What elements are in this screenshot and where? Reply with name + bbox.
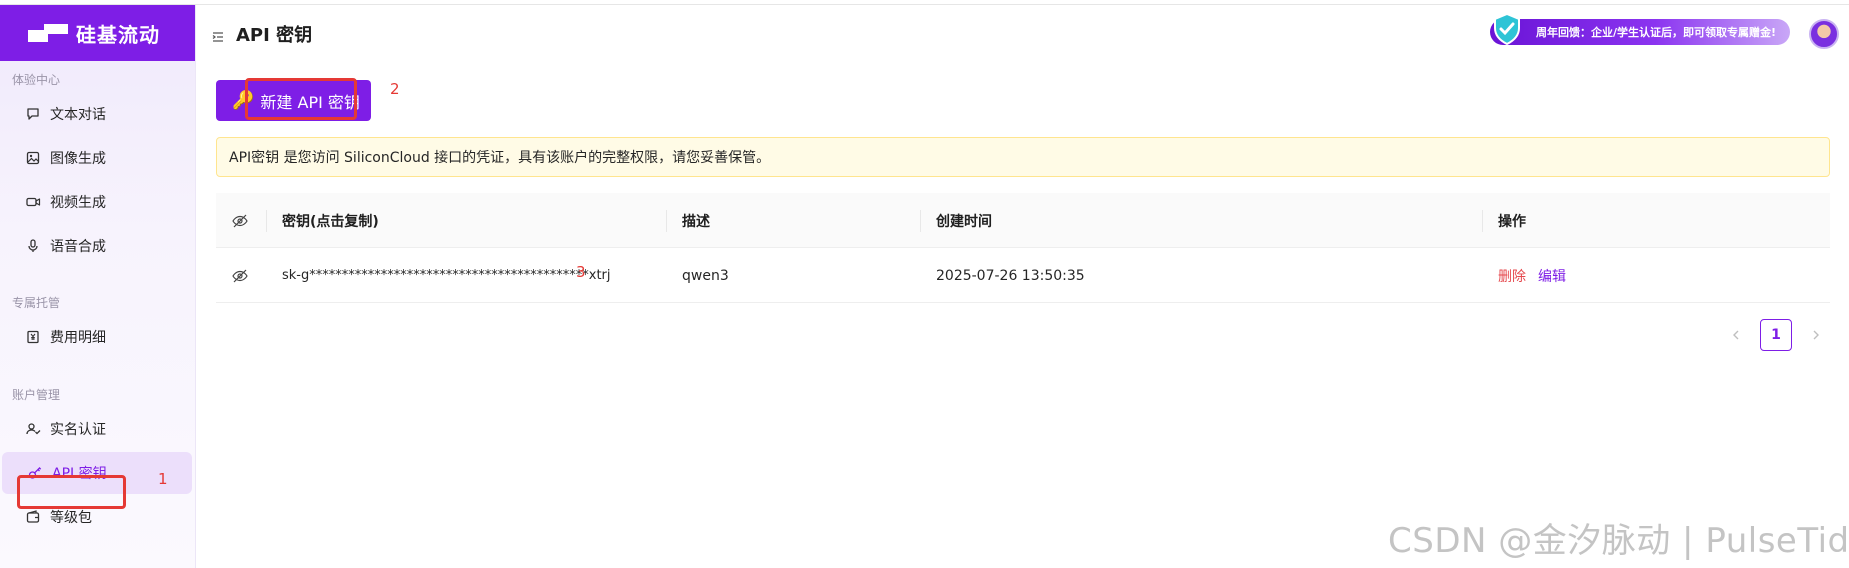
- column-header-key: 密钥(点击复制): [282, 213, 379, 230]
- delete-button[interactable]: 删除: [1498, 266, 1526, 286]
- sidebar-item-label: 语音合成: [50, 239, 106, 255]
- api-key-created-time: 2025-07-26 13:50:35: [936, 267, 1085, 284]
- annotation-number-1: 1: [158, 470, 168, 488]
- column-divider: [266, 210, 267, 232]
- user-check-icon: [24, 420, 42, 438]
- table-row: sk-g************************************…: [216, 248, 1830, 303]
- group-label-hosting: 专属托管: [12, 296, 61, 310]
- row-actions: 删除 编辑: [1498, 248, 1566, 303]
- security-notice-text: API密钥 是您访问 SiliconCloud 接口的凭证，具有该账户的完整权限…: [229, 150, 771, 166]
- brand-name: 硅基流动: [76, 22, 160, 47]
- logo-mark-icon: [28, 24, 68, 42]
- sidebar-item-verification[interactable]: 实名认证: [0, 408, 192, 450]
- wallet-icon: [24, 508, 42, 526]
- column-divider: [666, 210, 667, 232]
- highlight-box-new-key: [245, 78, 357, 120]
- sidebar-item-label: 文本对话: [50, 107, 106, 123]
- next-page-icon[interactable]: [1800, 319, 1832, 351]
- column-divider: [1482, 210, 1483, 232]
- promo-text: 周年回馈：企业/学生认证后，即可领取专属赠金!: [1536, 26, 1777, 39]
- page-number-current[interactable]: 1: [1760, 319, 1792, 351]
- sidebar-item-video-gen[interactable]: 视频生成: [0, 181, 192, 223]
- toggle-visibility-all-icon[interactable]: [232, 193, 248, 248]
- top-header: API 密钥 周年回馈：企业/学生认证后，即可领取专属赠金!: [196, 5, 1849, 61]
- image-icon: [24, 149, 42, 167]
- sidebar-item-billing[interactable]: 费用明细: [0, 316, 192, 358]
- api-key-table: 密钥(点击复制) 描述 创建时间 操作 sk-g****************…: [216, 193, 1830, 303]
- chat-icon: [24, 105, 42, 123]
- sidebar-item-label: 实名认证: [50, 422, 106, 438]
- brand-logo[interactable]: 硅基流动: [0, 5, 195, 61]
- sidebar-item-text-chat[interactable]: 文本对话: [0, 93, 192, 135]
- user-avatar[interactable]: [1809, 19, 1839, 49]
- edit-button[interactable]: 编辑: [1538, 266, 1566, 286]
- group-label-account: 账户管理: [12, 388, 61, 402]
- column-divider: [920, 210, 921, 232]
- page-title: API 密钥: [236, 25, 313, 46]
- annotation-number-3: 3: [576, 263, 586, 281]
- table-header: 密钥(点击复制) 描述 创建时间 操作: [216, 193, 1830, 248]
- sidebar-item-label: 图像生成: [50, 151, 106, 167]
- menu-collapse-icon[interactable]: [212, 27, 224, 46]
- column-header-created: 创建时间: [936, 213, 992, 230]
- pagination: 1: [1720, 319, 1832, 351]
- watermark-text: CSDN @金汐脉动 | PulseTide: [1388, 521, 1849, 561]
- highlight-box-api-keys: [17, 475, 126, 509]
- column-header-actions: 操作: [1498, 213, 1526, 230]
- sidebar-item-label: 等级包: [50, 510, 92, 526]
- api-key-description: qwen3: [682, 267, 729, 284]
- annotation-number-2: 2: [390, 80, 400, 98]
- column-header-description: 描述: [682, 213, 710, 230]
- sidebar-item-tts[interactable]: 语音合成: [0, 225, 192, 267]
- security-notice: API密钥 是您访问 SiliconCloud 接口的凭证，具有该账户的完整权限…: [216, 137, 1830, 177]
- yen-icon: [24, 328, 42, 346]
- sidebar-item-image-gen[interactable]: 图像生成: [0, 137, 192, 179]
- sidebar-item-label: 视频生成: [50, 195, 106, 211]
- prev-page-icon[interactable]: [1720, 319, 1752, 351]
- toggle-visibility-icon[interactable]: [232, 248, 248, 303]
- microphone-icon: [24, 237, 42, 255]
- shield-check-icon: [1492, 12, 1522, 49]
- sidebar-item-label: 费用明细: [50, 330, 106, 346]
- api-key-value[interactable]: sk-g************************************…: [282, 248, 611, 303]
- video-icon: [24, 193, 42, 211]
- group-label-experience: 体验中心: [12, 73, 61, 87]
- promo-banner[interactable]: 周年回馈：企业/学生认证后，即可领取专属赠金!: [1490, 19, 1790, 45]
